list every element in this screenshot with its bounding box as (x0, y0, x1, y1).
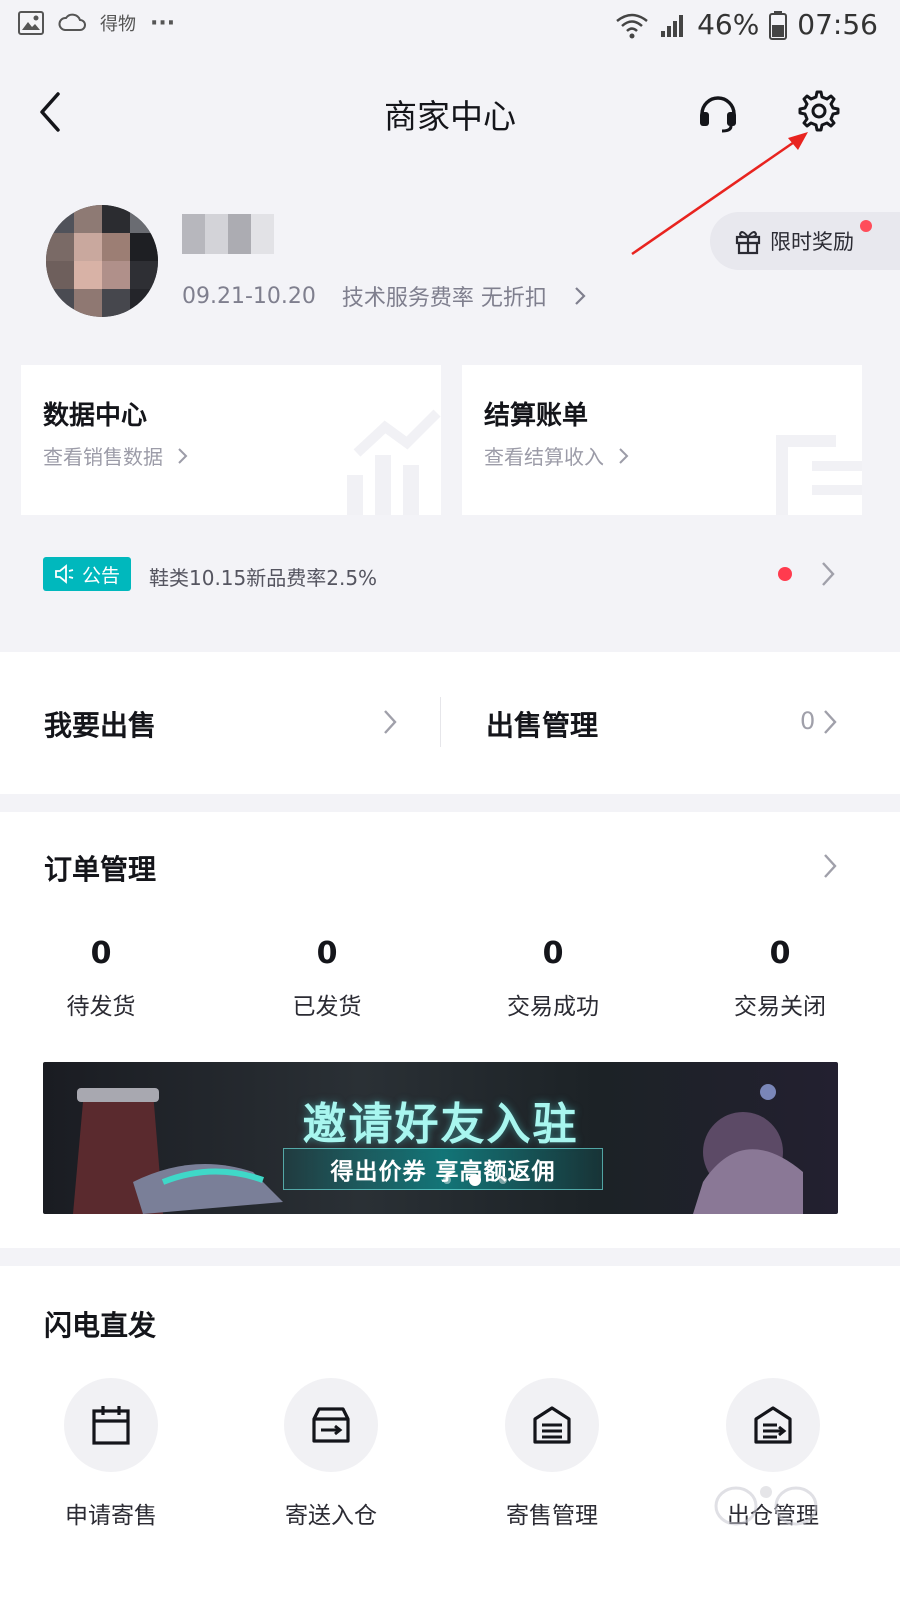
order-stat-pending[interactable]: 0 待发货 (21, 936, 181, 1021)
bar-chart-icon (347, 409, 441, 515)
sell-management-button[interactable]: 出售管理 (486, 704, 598, 744)
flash-direct-title: 闪电直发 (44, 1309, 157, 1342)
calendar-icon (92, 1406, 130, 1445)
notice-badge: 公告 (43, 557, 131, 591)
sell-management-count: 0 (800, 707, 816, 735)
notice-badge-label: 公告 (81, 564, 120, 587)
apply-consignment-button[interactable]: 申请寄售 (26, 1378, 196, 1530)
invite-banner[interactable]: 邀请好友入驻 得出价券 享高额返佣 (43, 1062, 838, 1214)
fee-rate: 技术服务费率 无折扣 (341, 286, 547, 311)
notice-unread-dot (778, 567, 792, 581)
stat-label: 待发货 (66, 994, 136, 1020)
order-stat-success[interactable]: 0 交易成功 (473, 936, 633, 1021)
banner-dot[interactable] (499, 1176, 507, 1184)
status-right: 46% 07:56 (615, 8, 878, 41)
chevron-right-icon (575, 287, 586, 305)
stat-label: 已发货 (292, 994, 362, 1020)
stat-value: 0 (769, 936, 791, 971)
settlement-subtitle: 查看结算收入 (484, 441, 630, 470)
clock: 07:56 (797, 8, 878, 41)
reward-label: 限时奖励 (770, 230, 854, 254)
data-center-card[interactable]: 数据中心 查看销售数据 (21, 365, 441, 515)
flash-item-label: 寄售管理 (506, 1503, 598, 1529)
sell-now-button[interactable]: 我要出售 (44, 704, 156, 744)
stat-value: 0 (90, 936, 112, 971)
stat-value: 0 (316, 936, 338, 971)
order-stat-closed[interactable]: 0 交易关闭 (700, 936, 860, 1021)
icon-circle (64, 1378, 158, 1472)
battery-icon (769, 10, 788, 40)
settlement-subtitle-text: 查看结算收入 (484, 445, 604, 469)
settlement-title: 结算账单 (484, 401, 589, 431)
warehouse-icon (533, 1406, 571, 1444)
warehouse-out-icon (754, 1406, 792, 1444)
cloud-sync-icon (58, 13, 86, 31)
send-to-warehouse-button[interactable]: 寄送入仓 (246, 1378, 416, 1530)
stat-label: 交易关闭 (734, 994, 826, 1020)
chevron-right-icon (824, 710, 837, 734)
speaker-icon (55, 564, 74, 584)
notice-text[interactable]: 鞋类10.15新品费率2.5% (149, 562, 377, 591)
more-dots: ··· (150, 10, 176, 36)
data-center-subtitle-text: 查看销售数据 (43, 445, 163, 469)
gallery-icon (18, 11, 44, 35)
notice-chevron-right-icon[interactable] (820, 560, 836, 588)
chevron-right-icon[interactable] (822, 852, 838, 880)
status-left: 得物 ··· (18, 10, 175, 36)
reward-button[interactable]: 限时奖励 (710, 212, 900, 270)
status-bar: 得物 ··· 46% 07:56 (0, 0, 900, 52)
chevron-right-icon (178, 447, 188, 464)
gift-icon (735, 231, 761, 255)
reward-notification-dot (860, 220, 872, 232)
avatar-mosaic (46, 205, 158, 317)
username-blurred (182, 214, 274, 254)
flash-item-label: 申请寄售 (65, 1503, 157, 1529)
banner-dot[interactable] (443, 1176, 451, 1184)
banner-title: 邀请好友入驻 (302, 1099, 579, 1150)
banner-pagination (443, 1174, 507, 1186)
icon-circle (505, 1378, 599, 1472)
sell-divider (440, 697, 441, 747)
chevron-right-icon (384, 710, 397, 734)
flash-item-label: 寄送入仓 (285, 1503, 377, 1529)
bill-icon (776, 435, 862, 515)
order-stat-shipped[interactable]: 0 已发货 (247, 936, 407, 1021)
stat-value: 0 (542, 936, 564, 971)
data-center-title: 数据中心 (43, 401, 148, 431)
signal-icon (661, 14, 684, 37)
settlement-card[interactable]: 结算账单 查看结算收入 (462, 365, 862, 515)
battery-percent: 46% (697, 8, 760, 41)
date-range: 09.21-10.20 (182, 283, 316, 309)
banner-dot-active[interactable] (469, 1174, 481, 1186)
icon-circle (284, 1378, 378, 1472)
stat-label: 交易成功 (507, 994, 599, 1020)
icon-circle (726, 1378, 820, 1472)
wifi-icon (616, 13, 648, 38)
profile-info[interactable]: 09.21-10.20 技术服务费率 无折扣 (182, 280, 587, 312)
avatar[interactable] (46, 205, 158, 317)
chevron-right-icon (619, 447, 629, 464)
watermark-logo (714, 1486, 818, 1526)
app-label: 得物 (100, 14, 136, 35)
box-send-icon (312, 1407, 350, 1443)
order-management-title[interactable]: 订单管理 (44, 848, 156, 888)
data-center-subtitle: 查看销售数据 (43, 441, 189, 470)
consignment-management-button[interactable]: 寄售管理 (467, 1378, 637, 1530)
